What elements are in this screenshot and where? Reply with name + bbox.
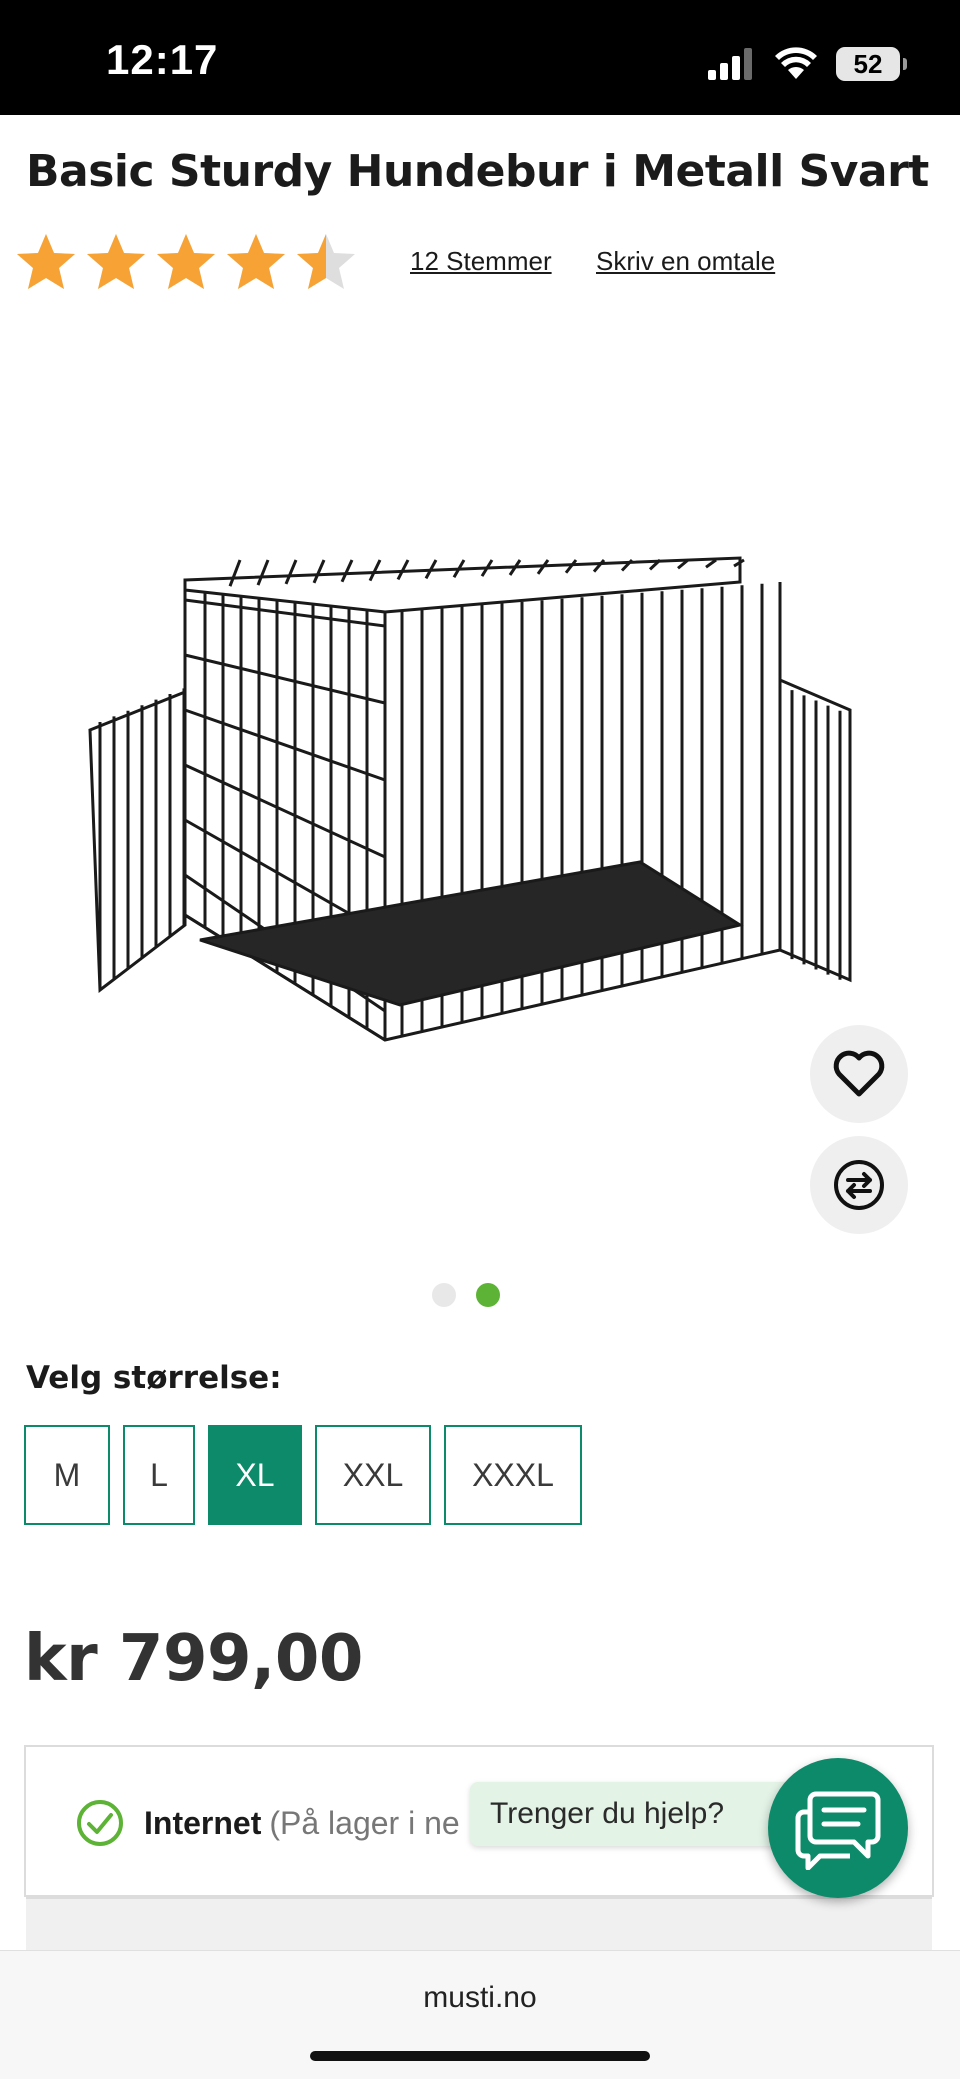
wifi-icon	[775, 47, 817, 79]
carousel-dot[interactable]	[432, 1283, 456, 1307]
status-time: 12:17	[106, 36, 219, 83]
star-rating	[14, 230, 358, 294]
check-circle-icon	[77, 1800, 123, 1846]
size-label: Velg størrelse:	[26, 1360, 282, 1396]
size-option-xxl[interactable]: XXL	[315, 1425, 431, 1525]
carousel-dots	[432, 1283, 500, 1307]
star-icon	[157, 234, 215, 289]
star-icon	[87, 234, 145, 289]
carousel-dot[interactable]	[476, 1283, 500, 1307]
compare-arrows-icon	[834, 1160, 884, 1210]
size-option-xxxl[interactable]: XXXL	[444, 1425, 582, 1525]
signal-icon	[708, 48, 752, 80]
favorite-button[interactable]	[810, 1025, 908, 1123]
compare-button[interactable]	[810, 1136, 908, 1234]
heart-icon	[833, 1050, 885, 1097]
write-review-link[interactable]: Skriv en omtale	[596, 246, 775, 277]
product-title: Basic Sturdy Hundebur i Metall Svart	[26, 146, 929, 197]
status-bar: 12:17 52	[0, 0, 960, 115]
chat-icon	[795, 1791, 881, 1870]
rating-row: 12 Stemmer Skriv en omtale	[14, 230, 944, 294]
price: kr 799,00	[24, 1622, 363, 1696]
star-icon	[297, 234, 355, 289]
product-image	[88, 556, 852, 1042]
star-icon	[227, 234, 285, 289]
size-option-m[interactable]: M	[24, 1425, 110, 1525]
status-icons: 52	[708, 44, 907, 84]
size-option-xl[interactable]: XL	[208, 1425, 302, 1525]
home-indicator[interactable]	[310, 2051, 650, 2061]
size-option-l[interactable]: L	[123, 1425, 195, 1525]
star-icon	[17, 234, 75, 289]
battery-indicator: 52	[836, 47, 907, 81]
votes-link[interactable]: 12 Stemmer	[410, 246, 552, 277]
url-label[interactable]: musti.no	[0, 1981, 960, 2015]
chat-button[interactable]	[768, 1758, 908, 1898]
stock-channel: Internet	[144, 1804, 262, 1841]
stock-status: (På lager i ne	[269, 1804, 460, 1841]
browser-bottom-bar: musti.no	[0, 1950, 960, 2079]
help-bubble[interactable]: Trenger du hjelp?	[470, 1782, 795, 1846]
size-selector: M L XL XXL XXXL	[24, 1425, 582, 1525]
